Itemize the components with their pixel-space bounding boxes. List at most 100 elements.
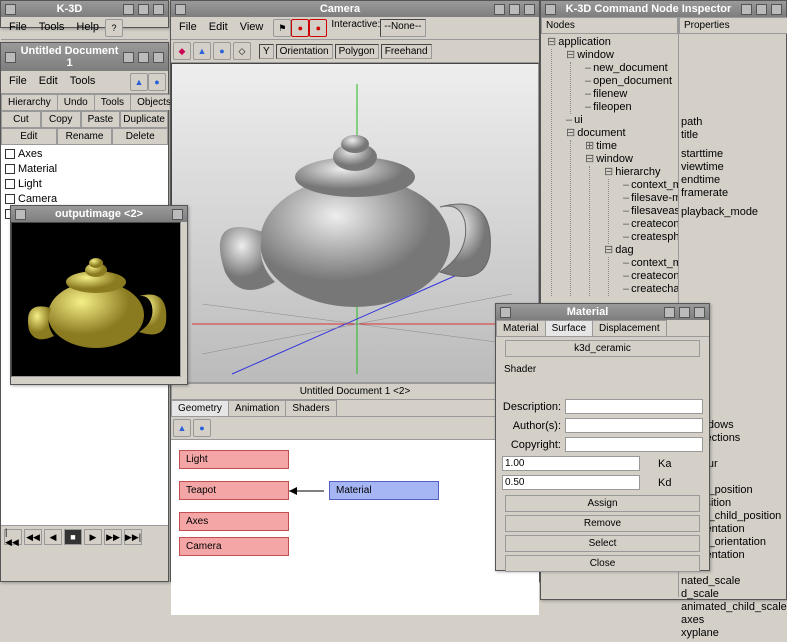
record-icon[interactable]: ● — [291, 19, 309, 37]
select-button[interactable]: Select — [505, 535, 701, 552]
menu-tools[interactable]: Tools — [64, 73, 102, 91]
close-button[interactable]: Close — [505, 555, 701, 572]
close-icon[interactable] — [153, 4, 164, 15]
interactive-label: Interactive: — [331, 19, 380, 37]
cone-icon[interactable]: ▲ — [173, 419, 191, 437]
tab-shaders[interactable]: Shaders — [285, 400, 336, 416]
cut-button[interactable]: Cut — [1, 111, 41, 128]
tab-displacement[interactable]: Displacement — [592, 320, 667, 336]
menu-view[interactable]: View — [234, 19, 270, 37]
edit-button[interactable]: Edit — [1, 128, 57, 145]
tab-material[interactable]: Material — [496, 320, 546, 336]
tab-animation[interactable]: Animation — [228, 400, 286, 416]
max-icon[interactable] — [509, 4, 520, 15]
author-input[interactable] — [565, 418, 703, 433]
min-icon[interactable] — [494, 4, 505, 15]
poly-dropdown[interactable]: Polygon — [335, 44, 379, 59]
cone-icon[interactable]: ▲ — [193, 42, 211, 60]
interactive-dropdown[interactable]: --None-- — [380, 19, 425, 37]
list-item[interactable]: Axes — [5, 147, 164, 162]
duplicate-button[interactable]: Duplicate — [120, 111, 168, 128]
flag-icon[interactable]: ⚑ — [273, 19, 291, 37]
node-axes[interactable]: Axes — [179, 512, 289, 531]
assign-button[interactable]: Assign — [505, 495, 701, 512]
doc-tabs: Hierarchy Undo Tools Objects DAG — [1, 94, 168, 111]
camera-title: Camera — [190, 3, 490, 15]
record2-icon[interactable]: ● — [309, 19, 327, 37]
playback-button[interactable]: ◀ — [44, 529, 62, 545]
menu-edit[interactable]: Edit — [203, 19, 234, 37]
menu-file[interactable]: File — [3, 19, 33, 37]
node-light[interactable]: Light — [179, 450, 289, 469]
node-camera[interactable]: Camera — [179, 537, 289, 556]
max-icon[interactable] — [679, 307, 690, 318]
checkbox[interactable] — [5, 179, 15, 189]
tab-hierarchy[interactable]: Hierarchy — [1, 94, 58, 110]
tab-undo[interactable]: Undo — [57, 94, 95, 110]
sysmenu-icon[interactable] — [5, 52, 16, 63]
copy-button[interactable]: Copy — [41, 111, 81, 128]
fastfwd-button[interactable]: ▶▶| — [124, 529, 142, 545]
node-material[interactable]: Material — [329, 481, 439, 500]
checkbox[interactable] — [5, 149, 15, 159]
list-item[interactable]: Material — [5, 162, 164, 177]
play-button[interactable]: ▶ — [84, 529, 102, 545]
cone-icon[interactable]: ▲ — [130, 73, 148, 91]
min-icon[interactable] — [123, 52, 134, 63]
desc-input[interactable] — [565, 399, 703, 414]
paste-button[interactable]: Paste — [81, 111, 121, 128]
sysmenu-icon[interactable] — [500, 307, 511, 318]
menu-tools[interactable]: Tools — [33, 19, 71, 37]
orient-dropdown[interactable]: Orientation — [276, 44, 333, 59]
list-item[interactable]: Light — [5, 177, 164, 192]
max-icon[interactable] — [138, 52, 149, 63]
copy-input[interactable] — [565, 437, 703, 452]
max-icon[interactable] — [756, 4, 767, 15]
min-icon[interactable] — [123, 4, 134, 15]
tab-surface[interactable]: Surface — [545, 320, 593, 336]
checkbox[interactable] — [5, 164, 15, 174]
close-icon[interactable] — [524, 4, 535, 15]
close-icon[interactable] — [153, 52, 164, 63]
shade1-icon[interactable]: ◆ — [173, 42, 191, 60]
sysmenu-icon[interactable] — [5, 4, 16, 15]
close-icon[interactable] — [694, 307, 705, 318]
menu-file[interactable]: File — [173, 19, 203, 37]
rename-button[interactable]: Rename — [57, 128, 113, 145]
sysmenu-icon[interactable] — [545, 4, 556, 15]
axis-dropdown[interactable]: Y — [259, 44, 274, 59]
checkbox[interactable] — [5, 194, 15, 204]
free-dropdown[interactable]: Freehand — [381, 44, 432, 59]
kd-input[interactable] — [502, 475, 640, 490]
sysmenu-icon[interactable] — [175, 4, 186, 15]
col-props: Properties — [679, 17, 787, 34]
stepback-button[interactable]: ◀◀ — [24, 529, 42, 545]
doc-menubar: File Edit Tools ▲ ● — [1, 71, 168, 94]
rewind-button[interactable]: |◀◀ — [4, 529, 22, 545]
max-icon[interactable] — [138, 4, 149, 15]
sphere-icon[interactable]: ● — [193, 419, 211, 437]
tab-tools[interactable]: Tools — [94, 94, 131, 110]
min-icon[interactable] — [741, 4, 752, 15]
shader-name-button[interactable]: k3d_ceramic — [505, 340, 701, 357]
render-preview — [11, 222, 181, 377]
menu-edit[interactable]: Edit — [33, 73, 64, 91]
viewport-3d[interactable] — [171, 63, 539, 383]
close-icon[interactable] — [771, 4, 782, 15]
remove-button[interactable]: Remove — [505, 515, 701, 532]
min-icon[interactable] — [664, 307, 675, 318]
help-icon[interactable]: ? — [105, 19, 123, 37]
close-icon[interactable] — [172, 209, 183, 220]
stepfwd-button[interactable]: ▶▶ — [104, 529, 122, 545]
delete-button[interactable]: Delete — [112, 128, 168, 145]
node-teapot[interactable]: Teapot — [179, 481, 289, 500]
stop-button[interactable]: ■ — [64, 529, 82, 545]
ka-input[interactable] — [502, 456, 640, 471]
menu-file[interactable]: File — [3, 73, 33, 91]
menu-help[interactable]: Help — [70, 19, 105, 37]
tab-geometry[interactable]: Geometry — [171, 400, 229, 416]
sysmenu-icon[interactable] — [15, 209, 26, 220]
sphere-icon[interactable]: ● — [213, 42, 231, 60]
tool-icon[interactable]: ◇ — [233, 42, 251, 60]
sphere-icon[interactable]: ● — [148, 73, 166, 91]
